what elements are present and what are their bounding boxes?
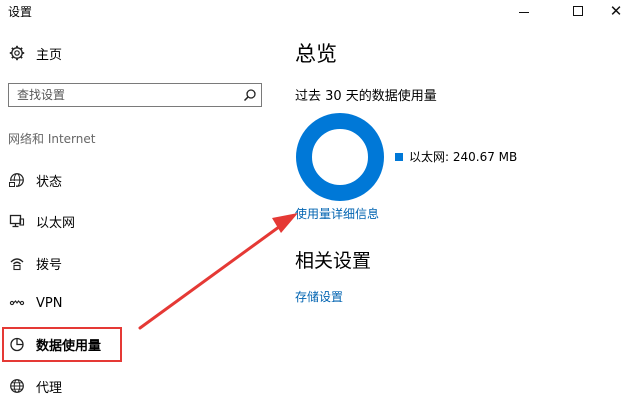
gear-icon xyxy=(8,44,26,62)
sidebar-item-proxy[interactable]: 代理 xyxy=(8,375,62,397)
monitor-icon xyxy=(8,212,26,230)
storage-settings-link[interactable]: 存储设置 xyxy=(295,288,343,305)
sidebar-item-label: VPN xyxy=(36,295,63,311)
chart-legend: 以太网: 240.67 MB xyxy=(395,148,517,165)
usage-donut-chart xyxy=(296,113,384,201)
sidebar-item-ethernet[interactable]: 以太网 xyxy=(8,210,75,232)
search-icon[interactable] xyxy=(239,84,261,106)
legend-swatch xyxy=(395,152,403,161)
sidebar-item-label: 拨号 xyxy=(36,257,63,273)
maximize-icon xyxy=(573,6,583,16)
globe-icon xyxy=(8,377,26,395)
settings-window: 设置 ✕ 主页 查找设置 网络和 Internet 状态 以太网 拨号 VPN … xyxy=(0,0,634,409)
maximize-button[interactable] xyxy=(556,0,600,22)
close-icon: ✕ xyxy=(609,1,623,20)
legend-label: 以太网: 240.67 MB xyxy=(409,150,518,164)
search-input[interactable] xyxy=(9,88,239,102)
sidebar-item-label: 主页 xyxy=(36,47,63,63)
sidebar-item-label: 状态 xyxy=(36,174,63,190)
window-title: 设置 xyxy=(8,5,33,19)
related-settings-title: 相关设置 xyxy=(295,250,372,272)
globe-status-icon xyxy=(8,171,26,189)
sidebar-item-status[interactable]: 状态 xyxy=(8,169,62,191)
minimize-icon xyxy=(519,11,529,13)
usage-details-link[interactable]: 使用量详细信息 xyxy=(295,205,379,222)
main-content: 总览 过去 30 天的数据使用量 以太网: 240.67 MB 使用量详细信息 … xyxy=(295,22,625,409)
vpn-icon xyxy=(8,294,26,312)
sidebar-item-dialup[interactable]: 拨号 xyxy=(8,252,62,274)
title-bar: 设置 ✕ xyxy=(0,0,634,22)
minimize-button[interactable] xyxy=(502,0,546,22)
close-button[interactable]: ✕ xyxy=(598,0,634,22)
search-box[interactable] xyxy=(8,83,262,107)
sidebar-item-home[interactable]: 主页 xyxy=(8,42,62,64)
sidebar-item-vpn[interactable]: VPN xyxy=(8,292,62,314)
donut-slice-ethernet xyxy=(296,113,384,201)
section-header: 网络和 Internet xyxy=(8,132,96,146)
highlight-box xyxy=(2,327,122,362)
page-title: 总览 xyxy=(295,42,337,66)
usage-subtitle: 过去 30 天的数据使用量 xyxy=(295,89,437,104)
sidebar-item-label: 以太网 xyxy=(36,215,76,231)
dialup-icon xyxy=(8,254,26,272)
sidebar-item-label: 代理 xyxy=(36,380,63,396)
